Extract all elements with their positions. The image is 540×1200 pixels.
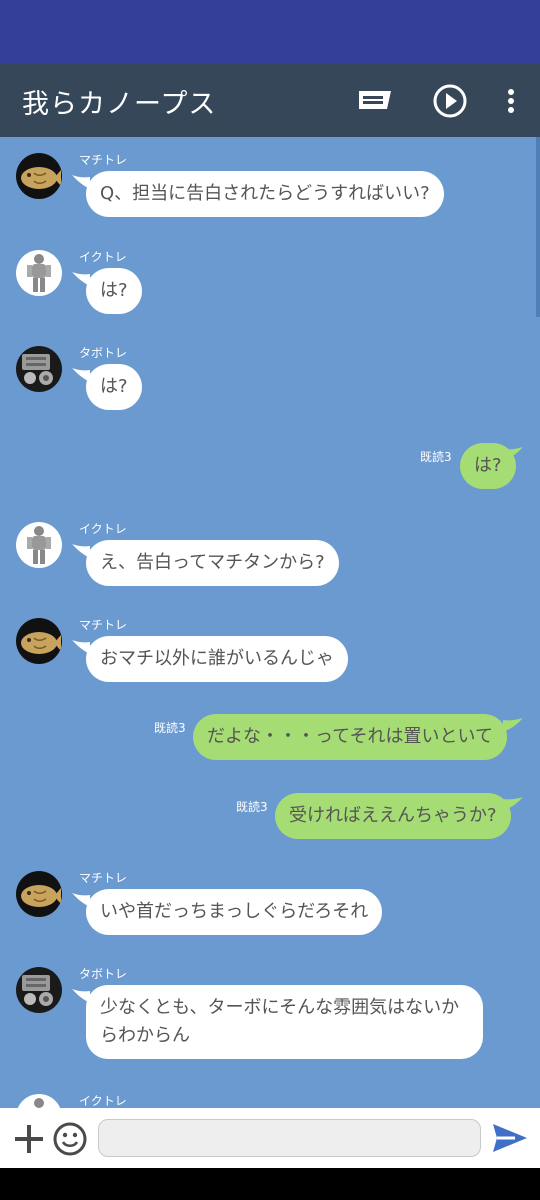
sender-name: マチトレ (79, 618, 128, 632)
message-input[interactable] (98, 1119, 481, 1157)
sender-name: マチトレ (79, 153, 128, 167)
avatar-armor[interactable] (16, 522, 62, 568)
read-receipt: 既読3 (420, 450, 452, 464)
chat-title: 我らカノープス (22, 89, 217, 120)
read-receipt: 既読3 (154, 721, 186, 735)
message-bubble[interactable]: 少なくとも、ターボにそんな雰囲気はないからわからん (86, 985, 483, 1059)
sender-name: マチトレ (79, 871, 128, 885)
chat-area[interactable]: マチトレ Q、担当に告白されたらどうすればいい? イクトレ は? タボトレ は?… (0, 137, 540, 1108)
avatar-taiyaki[interactable] (16, 618, 62, 664)
more-vert-icon[interactable] (492, 82, 530, 120)
app-bar: 我らカノープス (0, 64, 540, 137)
scrollbar[interactable] (536, 137, 540, 317)
avatar-engine[interactable] (16, 346, 62, 392)
message-bubble-outgoing[interactable]: 受ければええんちゃうか? (275, 793, 511, 839)
message-bubble-outgoing[interactable]: だよな・・・ってそれは置いといて (193, 714, 508, 760)
message-bubble[interactable]: おマチ以外に誰がいるんじゃ (86, 636, 348, 682)
message-icon[interactable] (356, 82, 394, 120)
message-bubble[interactable]: は? (86, 268, 142, 314)
status-bar (0, 0, 540, 64)
navigation-bar (0, 1168, 540, 1200)
message-bubble[interactable]: は? (86, 364, 142, 410)
message-bubble[interactable]: え、告白ってマチタンから? (86, 540, 339, 586)
sender-name: イクトレ (79, 1094, 127, 1108)
avatar-engine[interactable] (16, 967, 62, 1013)
sender-name: タボトレ (79, 346, 128, 360)
play-circle-icon[interactable] (431, 82, 469, 120)
avatar-taiyaki[interactable] (16, 153, 62, 199)
read-receipt: 既読3 (236, 800, 268, 814)
message-bubble[interactable]: いや首だっちまっしぐらだろそれ (86, 889, 383, 935)
avatar-armor[interactable] (16, 1094, 62, 1108)
sender-name: イクトレ (79, 250, 127, 264)
input-bar (0, 1108, 540, 1168)
message-bubble[interactable]: Q、担当に告白されたらどうすればいい? (86, 171, 444, 217)
emoji-icon[interactable] (52, 1121, 88, 1157)
avatar-armor[interactable] (16, 250, 62, 296)
avatar-taiyaki[interactable] (16, 871, 62, 917)
sender-name: イクトレ (79, 522, 127, 536)
sender-name: タボトレ (79, 967, 128, 981)
plus-icon[interactable] (12, 1122, 46, 1156)
send-icon[interactable] (490, 1120, 530, 1156)
